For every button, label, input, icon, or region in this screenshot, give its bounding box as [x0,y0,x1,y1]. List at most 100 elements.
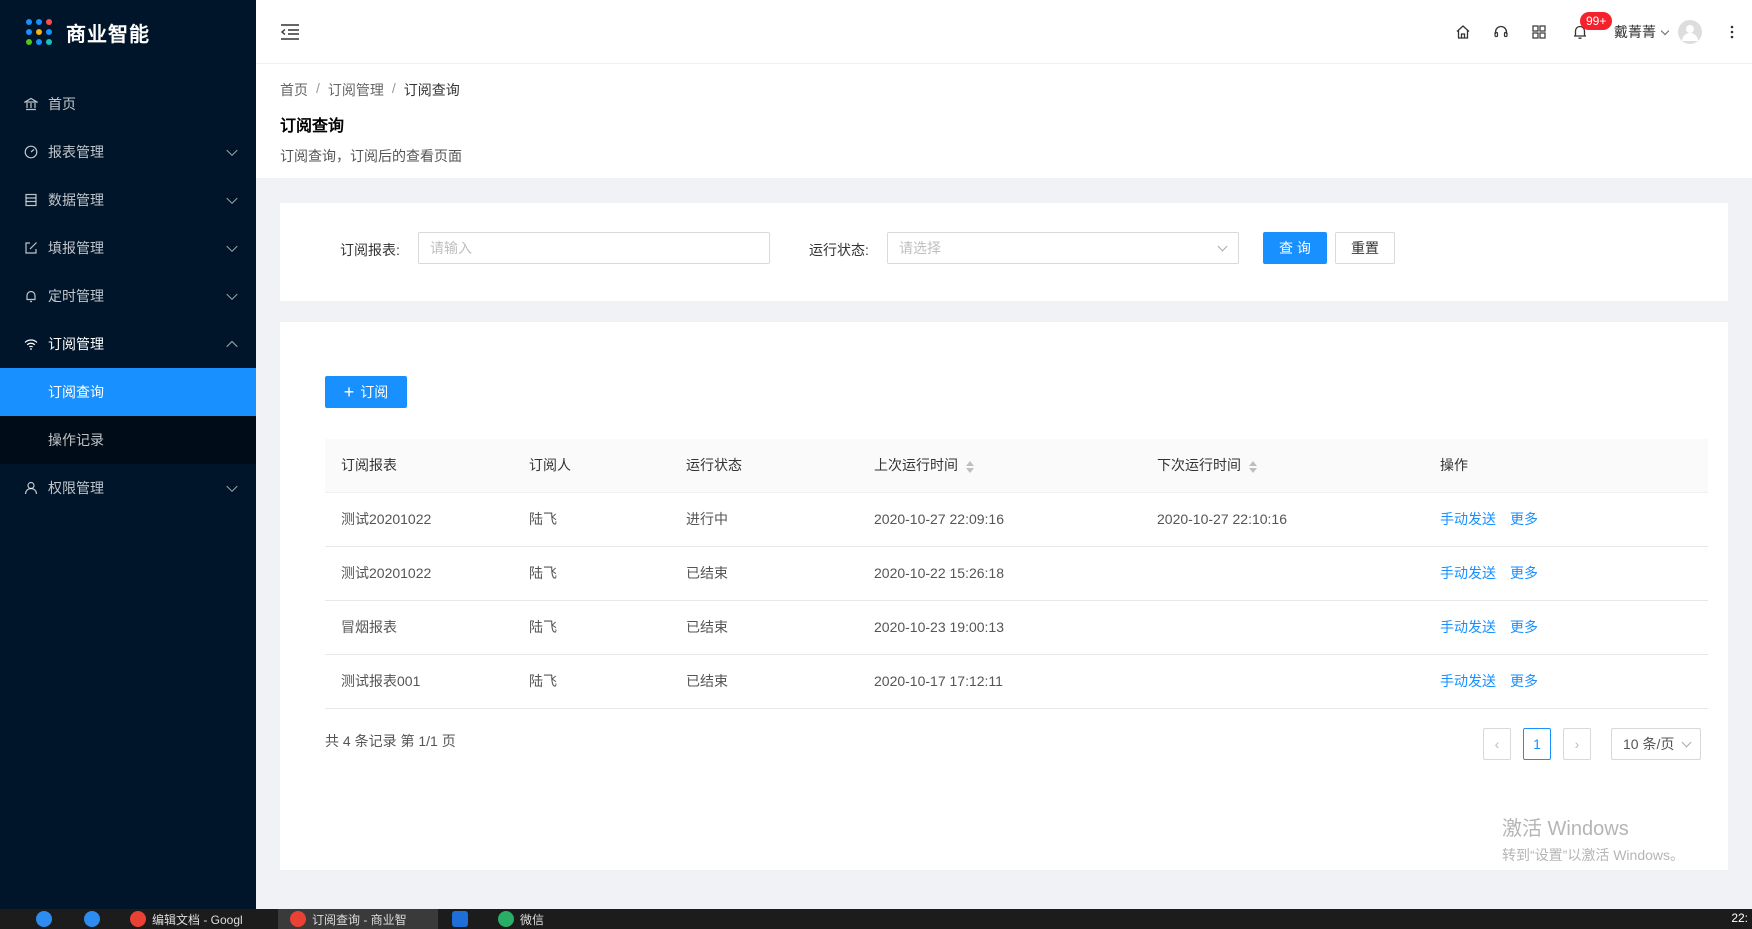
sidebar: 商业智能 首页 报表管理 数据管理 填报管理 定时管理 订阅管理 订阅查询 操作… [0,0,256,909]
user-menu[interactable]: 戴菁菁 [1602,0,1712,64]
sidebar-item-label: 操作记录 [48,432,104,448]
subscription-submenu: 订阅查询 操作记录 [0,368,256,464]
chevron-right-icon: › [1574,736,1580,752]
wifi-icon [24,337,38,351]
sidebar-item-label: 填报管理 [48,240,104,256]
page-header: 首页 / 订阅管理 / 订阅查询 订阅查询 订阅查询，订阅后的查看页面 [256,64,1752,178]
table-row: 测试20201022 陆飞 进行中 2020-10-27 22:09:16 20… [325,492,1708,547]
cell-actions: 手动发送 更多 [1424,546,1708,601]
logo[interactable]: 商业智能 [0,0,256,64]
more-link[interactable]: 更多 [1510,565,1538,581]
breadcrumb-home[interactable]: 首页 [280,80,308,100]
windows-activation-watermark: 激活 Windows 转到“设置”以激活 Windows。 [1502,812,1684,865]
app-title: 商业智能 [66,23,150,46]
column-header-last-run[interactable]: 上次运行时间 [858,439,1141,493]
sidebar-item-operation-log[interactable]: 操作记录 [0,416,256,464]
sort-icon[interactable] [966,460,974,473]
top-header: 99+ 戴菁菁 [256,0,1752,64]
sidebar-menu: 首页 报表管理 数据管理 填报管理 定时管理 订阅管理 订阅查询 操作记录 权限… [0,80,256,512]
more-link[interactable]: 更多 [1510,673,1538,689]
more-vertical-icon[interactable] [1712,0,1752,64]
sidebar-item-home[interactable]: 首页 [0,80,256,128]
bank-icon [24,97,38,111]
prev-page-button[interactable]: ‹ [1483,728,1511,760]
home-icon[interactable] [1444,0,1482,64]
sidebar-item-subscription[interactable]: 订阅管理 [0,320,256,368]
sidebar-item-fill[interactable]: 填报管理 [0,224,256,272]
add-subscription-label: 订阅 [360,384,389,400]
breadcrumb-subscription[interactable]: 订阅管理 [328,80,384,100]
menu-fold-icon[interactable] [280,24,300,40]
cell-report: 测试20201022 [325,492,513,547]
headset-icon[interactable] [1482,0,1520,64]
table-header-row: 订阅报表 订阅人 运行状态 上次运行时间 下次运行时间 操作 [325,439,1708,493]
database-icon [24,193,38,207]
sidebar-item-subscription-query[interactable]: 订阅查询 [0,368,256,416]
notification-bell-icon[interactable]: 99+ [1558,0,1613,64]
search-form: 订阅报表: 请输入 运行状态: 请选择 查 询 重置 [280,203,1728,301]
status-select-placeholder: 请选择 [899,240,941,256]
sidebar-item-label: 报表管理 [48,144,104,160]
watermark-subtitle: 转到“设置”以激活 Windows。 [1502,847,1685,863]
manual-send-link[interactable]: 手动发送 [1440,619,1496,635]
cell-actions: 手动发送 更多 [1424,600,1708,655]
taskbar-item-label: 微信 [520,912,545,927]
cell-status: 已结束 [670,600,858,655]
chevron-down-icon [226,288,238,301]
cell-actions: 手动发送 更多 [1424,654,1708,709]
taskbar-item-docs[interactable]: 编辑文档 - Googl [130,909,266,929]
status-select[interactable]: 请选择 [887,232,1239,264]
column-header-report: 订阅报表 [325,439,513,493]
add-subscription-button[interactable]: + 订阅 [325,376,407,408]
chrome-icon [290,911,306,927]
pagination-summary: 共 4 条记录 第 1/1 页 [325,733,456,749]
manual-send-link[interactable]: 手动发送 [1440,673,1496,689]
chevron-down-icon [226,240,238,253]
cell-user: 陆飞 [513,546,670,601]
next-page-button[interactable]: › [1563,728,1591,760]
status-field-label: 运行状态: [809,242,869,258]
sidebar-item-permissions[interactable]: 权限管理 [0,464,256,512]
sidebar-item-schedule[interactable]: 定时管理 [0,272,256,320]
apps-grid-icon [26,19,52,45]
manual-send-link[interactable]: 手动发送 [1440,565,1496,581]
taskbar-app-icon[interactable] [452,909,474,929]
chevron-down-icon [226,192,238,205]
report-input-placeholder: 请输入 [430,240,472,256]
cell-status: 进行中 [670,492,858,547]
page-size-select[interactable]: 10 条/页 [1611,728,1701,760]
column-header-label: 上次运行时间 [874,457,958,474]
plus-icon: + [343,382,355,402]
sidebar-item-data[interactable]: 数据管理 [0,176,256,224]
sidebar-item-label: 订阅查询 [48,384,104,400]
sort-icon[interactable] [1249,460,1257,473]
chevron-left-icon: ‹ [1494,736,1500,752]
breadcrumb-separator: / [316,80,320,96]
cell-last-run: 2020-10-22 15:26:18 [858,546,1141,601]
column-header-next-run[interactable]: 下次运行时间 [1141,439,1424,493]
taskbar-app-icon[interactable] [36,909,58,929]
taskbar-item-label: 订阅查询 - 商业智 [312,912,407,927]
manual-send-link[interactable]: 手动发送 [1440,511,1496,527]
appstore-icon[interactable] [1520,0,1558,64]
taskbar-app-icon[interactable] [84,909,106,929]
taskbar-item-label: 编辑文档 - Googl [152,912,243,927]
column-header-status: 运行状态 [670,439,858,493]
header-actions: 99+ 戴菁菁 [1444,0,1752,64]
query-button[interactable]: 查 询 [1263,232,1327,264]
more-link[interactable]: 更多 [1510,511,1538,527]
sidebar-item-reports[interactable]: 报表管理 [0,128,256,176]
cell-report: 冒烟报表 [325,600,513,655]
cell-report: 测试20201022 [325,546,513,601]
avatar [1678,20,1702,44]
column-header-label: 下次运行时间 [1157,457,1241,474]
page-number-button[interactable]: 1 [1523,728,1551,760]
report-search-input[interactable]: 请输入 [418,232,770,264]
table-row: 测试20201022 陆飞 已结束 2020-10-22 15:26:18 手动… [325,546,1708,601]
reset-button[interactable]: 重置 [1335,232,1395,264]
more-link[interactable]: 更多 [1510,619,1538,635]
breadcrumb-current: 订阅查询 [403,82,460,98]
taskbar-item-subscription[interactable]: 订阅查询 - 商业智 [278,909,438,929]
taskbar-item-wechat[interactable]: 微信 [498,909,544,929]
browser-icon [36,911,52,927]
